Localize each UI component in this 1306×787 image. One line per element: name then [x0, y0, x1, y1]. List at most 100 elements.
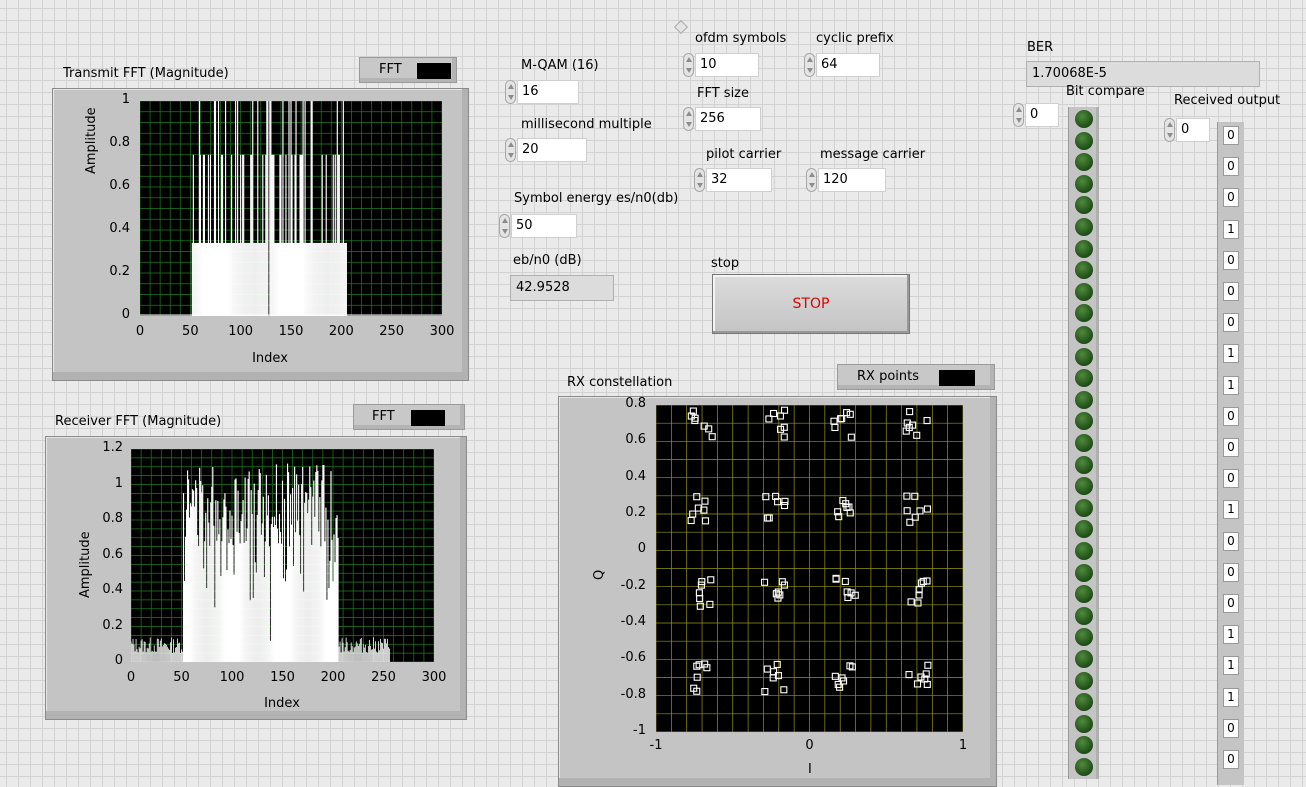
constellation-title: RX constellation [567, 375, 673, 390]
ber-label: BER [1027, 40, 1054, 55]
y-tick-label: 0.4 [102, 582, 123, 597]
mqam-label: M-QAM (16) [521, 58, 599, 73]
x-tick-label: 100 [228, 324, 254, 339]
spinner-icon[interactable] [1164, 118, 1175, 142]
y-tick-label: 0.8 [109, 135, 130, 150]
y-tick-label: 0.6 [102, 546, 123, 562]
esn0-label: Symbol energy es/n0(db) [514, 191, 679, 206]
constellation-ylabel: Q [592, 569, 607, 580]
bit-compare-led [1075, 714, 1093, 733]
received-output-cell: 1 [1223, 219, 1239, 239]
received-output-cell: 0 [1223, 750, 1239, 769]
ofdm-symbols-label: ofdm symbols [695, 31, 787, 46]
ofdm-symbols-value[interactable]: 10 [695, 53, 759, 77]
receiver-legend-label: FFT [372, 409, 395, 424]
stop-button[interactable]: STOP [712, 274, 910, 334]
spinner-icon[interactable] [683, 107, 694, 131]
spinner-icon[interactable] [1013, 103, 1024, 127]
ms-multiple-label: millisecond multiple [521, 117, 652, 132]
bit-compare-label: Bit compare [1066, 84, 1145, 99]
spinner-icon[interactable] [694, 168, 705, 192]
pilot-carrier-label: pilot carrier [706, 147, 782, 162]
mqam-control[interactable]: 16 [505, 80, 579, 104]
received-output-index-value[interactable]: 0 [1176, 118, 1210, 142]
pilot-carrier-control[interactable]: 32 [694, 168, 772, 192]
y-tick-label: -0.4 [620, 614, 646, 629]
y-tick-label: 0.6 [109, 178, 130, 193]
ms-multiple-value[interactable]: 20 [517, 138, 587, 162]
transmit-legend[interactable]: FFT [359, 57, 457, 83]
y-tick-label: 0.2 [109, 264, 130, 279]
spinner-icon[interactable] [505, 80, 516, 104]
fft-size-value[interactable]: 256 [695, 107, 761, 131]
spinner-icon[interactable] [683, 53, 694, 77]
ms-multiple-control[interactable]: 20 [505, 138, 587, 162]
bit-compare-led [1075, 282, 1093, 301]
cyclic-prefix-label: cyclic prefix [816, 31, 894, 46]
y-tick-label: -0.6 [620, 650, 646, 666]
received-output-index[interactable]: 0 [1164, 118, 1210, 142]
message-carrier-value[interactable]: 120 [818, 168, 886, 192]
spinner-icon[interactable] [804, 53, 815, 77]
cyclic-prefix-value[interactable]: 64 [816, 53, 880, 77]
spinner-icon[interactable] [505, 138, 516, 162]
constellation-plot[interactable] [656, 405, 963, 732]
ofdm-symbols-control[interactable]: 10 [683, 53, 759, 77]
transmit-fft-plot[interactable] [140, 101, 442, 316]
point-style-icon [939, 370, 975, 386]
y-tick-label: 0 [114, 653, 123, 668]
received-output-cell: 0 [1223, 282, 1239, 301]
received-output-cell: 1 [1223, 687, 1239, 707]
x-tick-label: 150 [270, 670, 295, 685]
received-output-cell: 1 [1223, 344, 1239, 364]
esn0-control[interactable]: 50 [499, 214, 577, 238]
received-output-cell: 1 [1223, 375, 1239, 395]
spinner-icon[interactable] [499, 214, 510, 238]
constellation-legend[interactable]: RX points [837, 364, 995, 390]
received-output-cell: 1 [1223, 500, 1239, 520]
y-tick-label: 0.6 [625, 432, 646, 448]
x-tick-label: 200 [328, 324, 354, 339]
x-tick-label: 300 [429, 324, 455, 339]
transmit-graph-title: Transmit FFT (Magnitude) [63, 66, 229, 81]
y-tick-label: -1 [633, 723, 646, 738]
pilot-carrier-value[interactable]: 32 [706, 168, 772, 192]
x-tick-label: 100 [219, 670, 245, 685]
y-tick-label: -0.2 [620, 577, 646, 593]
mqam-value[interactable]: 16 [517, 80, 579, 104]
y-tick-label: 0 [121, 307, 130, 322]
received-output-cell: 0 [1223, 188, 1239, 208]
bit-compare-index-value[interactable]: 0 [1025, 103, 1059, 127]
bit-compare-led [1075, 218, 1093, 236]
y-tick-label: 0.2 [625, 505, 646, 520]
x-tick-label: 300 [421, 670, 447, 685]
received-output-cell: 0 [1223, 438, 1239, 457]
cyclic-prefix-control[interactable]: 64 [804, 53, 880, 77]
spinner-icon[interactable] [806, 168, 817, 192]
receiver-fft-plot[interactable] [131, 449, 434, 662]
received-output-cell: 0 [1223, 562, 1239, 582]
x-tick-label: 150 [278, 324, 304, 339]
bit-compare-led [1075, 671, 1093, 690]
fft-size-control[interactable]: 256 [683, 107, 761, 131]
line-style-icon [417, 63, 451, 79]
bit-compare-led [1075, 455, 1093, 474]
y-tick-label: 0.4 [625, 468, 646, 484]
receiver-legend[interactable]: FFT [353, 404, 465, 430]
esn0-value[interactable]: 50 [511, 214, 577, 238]
fft-size-label: FFT size [697, 86, 750, 101]
y-tick-label: 0.4 [109, 221, 130, 236]
y-tick-label: 1 [114, 475, 123, 491]
line-style-icon [411, 410, 445, 426]
message-carrier-control[interactable]: 120 [806, 168, 886, 192]
received-output-cell: 0 [1223, 250, 1239, 270]
x-tick-label: 250 [371, 670, 396, 685]
y-tick-label: -0.8 [620, 686, 646, 702]
constellation-xlabel: I [808, 762, 812, 777]
bit-compare-led [1075, 606, 1093, 625]
bit-compare-index[interactable]: 0 [1013, 103, 1059, 127]
bit-compare-led [1075, 110, 1093, 128]
ebn0-label: eb/n0 (dB) [513, 253, 582, 268]
bit-compare-led [1075, 498, 1093, 517]
bit-compare-led [1075, 390, 1093, 409]
